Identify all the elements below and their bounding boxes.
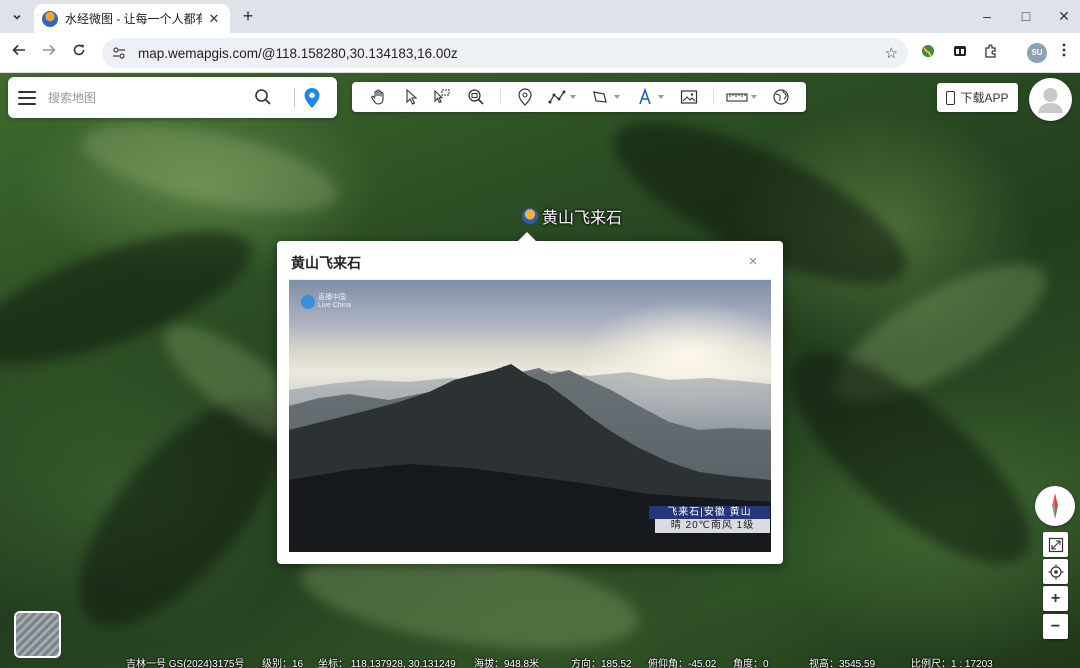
map-search-input[interactable] — [48, 90, 248, 105]
download-app-label: 下载APP — [960, 91, 1009, 105]
tab-title: 水经微图 - 让每一个人都有自己 — [65, 12, 202, 26]
extensions-puzzle-icon[interactable] — [981, 43, 1001, 63]
measure-ruler-icon[interactable] — [726, 87, 748, 107]
cursor-coordinates: 坐标： 118.137928, 30.131249 — [318, 659, 456, 668]
browser-toolbar: map.wemapgis.com/@118.158280,30.134183,1… — [0, 33, 1080, 73]
extension-box-icon[interactable] — [950, 43, 970, 63]
poi-popup: 黄山飞来石 × 直播中国 Live China 飞来石|安徽 黄山 晴 20℃南… — [277, 232, 783, 564]
download-app-button[interactable]: 下载APP — [937, 83, 1018, 112]
scale-readout: 比例尺：1 : 17203 — [911, 659, 993, 668]
bookmark-star-icon[interactable]: ☆ — [885, 44, 898, 62]
globe-icon[interactable] — [771, 87, 791, 107]
live-china-logo-icon — [301, 295, 315, 309]
site-favicon-icon — [42, 10, 58, 27]
forward-button[interactable] — [38, 42, 60, 64]
maximize-button[interactable]: □ — [1011, 6, 1041, 26]
photo-caption-location: 飞来石|安徽 黄山 — [649, 506, 770, 519]
popup-close-icon[interactable]: × — [746, 254, 760, 269]
arrow-right-icon — [43, 44, 56, 56]
search-divider — [294, 88, 295, 108]
fullscreen-button[interactable] — [1043, 532, 1068, 557]
reload-button[interactable] — [68, 42, 90, 64]
heading-readout: 方向：185.52 — [571, 659, 632, 668]
image-tool-icon[interactable] — [679, 87, 699, 107]
map-tools-bar — [352, 82, 806, 112]
tool-divider — [500, 89, 501, 105]
more-menu-icon[interactable] — [1054, 43, 1074, 63]
extension-globe-icon[interactable] — [918, 43, 938, 63]
polygon-dropdown-icon[interactable] — [614, 95, 620, 99]
location-pin-icon[interactable] — [303, 87, 321, 109]
popup-pointer — [517, 232, 537, 242]
new-tab-button[interactable]: + — [238, 6, 258, 26]
text-tool-icon[interactable] — [635, 87, 655, 107]
tab-active[interactable]: 水经微图 - 让每一个人都有自己 ✕ — [34, 4, 230, 33]
profile-avatar[interactable]: SU — [1027, 43, 1047, 63]
map-search-box — [8, 77, 337, 118]
photo-watermark: 直播中国 Live China — [301, 294, 351, 310]
pitch-readout: 俯仰角：-45.02 — [648, 659, 717, 668]
url-text[interactable]: map.wemapgis.com/@118.158280,30.134183,1… — [138, 46, 885, 61]
view-height-readout: 视高：3545.59 — [809, 659, 876, 668]
arrow-left-icon — [12, 44, 25, 56]
altitude-readout: 海拔：948.8米 — [474, 659, 540, 668]
phone-icon — [946, 90, 956, 105]
poi-label: 黄山飞来石 — [542, 210, 623, 227]
tab-close-icon[interactable]: ✕ — [206, 11, 222, 27]
tool-divider — [713, 89, 714, 105]
popup-title: 黄山飞来石 — [291, 255, 361, 271]
site-settings-icon[interactable] — [112, 46, 126, 60]
my-location-button[interactable] — [1043, 559, 1068, 584]
user-icon — [1038, 88, 1063, 113]
basemap-layer-switch[interactable] — [14, 611, 61, 658]
polyline-dropdown-icon[interactable] — [570, 95, 576, 99]
browser-window: 水经微图 - 让每一个人都有自己 ✕ + – □ ✕ map.wemapgis.… — [0, 0, 1080, 668]
zoom-area-icon[interactable] — [466, 87, 486, 107]
select-cursor-icon[interactable] — [402, 87, 422, 107]
compass-button[interactable] — [1035, 486, 1075, 526]
crosshair-icon — [1048, 564, 1063, 579]
hamburger-menu-icon[interactable] — [18, 90, 36, 105]
expand-icon — [1048, 537, 1063, 552]
compass-needle-icon — [1052, 493, 1058, 519]
poi-photo[interactable]: 直播中国 Live China 飞来石|安徽 黄山 晴 20℃南风 1级 — [289, 280, 771, 552]
minimize-button[interactable]: – — [972, 6, 1002, 26]
brand-subtext: Live China — [318, 302, 352, 309]
pan-hand-icon[interactable] — [369, 87, 389, 107]
close-window-button[interactable]: ✕ — [1049, 6, 1079, 26]
zoom-level: 级别：16 — [262, 659, 304, 668]
imagery-source: 吉林一号 GS(2024)3175号 — [126, 659, 245, 668]
chevron-down-icon — [13, 14, 21, 20]
tab-search-button[interactable] — [6, 6, 28, 28]
box-select-icon[interactable] — [432, 87, 452, 107]
search-icon[interactable] — [254, 88, 272, 106]
zoom-out-button[interactable]: − — [1043, 614, 1068, 639]
tab-strip: 水经微图 - 让每一个人都有自己 ✕ + – □ ✕ — [0, 0, 1080, 33]
text-dropdown-icon[interactable] — [658, 95, 664, 99]
map-canvas[interactable]: 下载APP 黄山飞来石 黄山飞来石 × — [0, 73, 1080, 668]
marker-pin-icon[interactable] — [515, 87, 535, 107]
terrain-highlight — [75, 106, 345, 230]
poi-photo-icon — [522, 208, 538, 224]
angle-readout: 角度：0 — [733, 659, 769, 668]
brand-text: 直播中国 — [318, 294, 346, 301]
address-bar[interactable]: map.wemapgis.com/@118.158280,30.134183,1… — [102, 38, 908, 68]
photo-caption-weather: 晴 20℃南风 1级 — [655, 519, 770, 533]
polygon-icon[interactable] — [590, 87, 610, 107]
back-button[interactable] — [8, 42, 30, 64]
map-status-bar: 吉林一号 GS(2024)3175号 级别：16 坐标： 118.137928,… — [0, 653, 1080, 668]
measure-dropdown-icon[interactable] — [751, 95, 757, 99]
poi-marker[interactable]: 黄山飞来石 — [522, 204, 622, 228]
reload-icon — [73, 44, 85, 56]
user-avatar-button[interactable] — [1029, 78, 1072, 121]
zoom-in-button[interactable]: + — [1043, 586, 1068, 611]
polyline-icon[interactable] — [547, 87, 567, 107]
